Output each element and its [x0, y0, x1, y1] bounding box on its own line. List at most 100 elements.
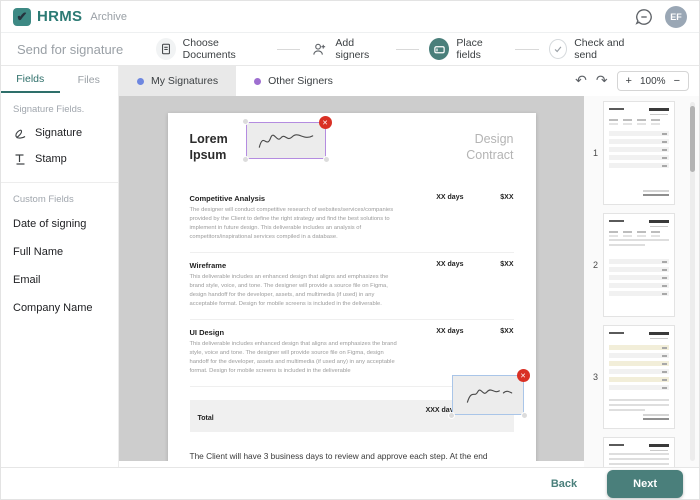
tab-files[interactable]: Files — [60, 66, 119, 93]
document-title: Lorem Ipsum — [190, 131, 242, 164]
brand-subtitle: Archive — [90, 11, 127, 23]
thumb-table — [609, 259, 669, 299]
section-body: The designer will conduct competitive re… — [190, 206, 398, 243]
step-label: Check and send — [574, 37, 643, 61]
section-title: UI Design — [190, 328, 514, 337]
field-item-email[interactable]: Email — [1, 266, 118, 294]
thumb-header — [609, 444, 669, 447]
document-sections: Competitive Analysis The designer will c… — [190, 186, 514, 387]
next-button[interactable]: Next — [607, 470, 683, 498]
field-item-full-name[interactable]: Full Name — [1, 238, 118, 266]
redo-icon[interactable]: ↷ — [596, 74, 608, 88]
toolbar-controls: ↶ ↷ + 100% − — [575, 66, 699, 96]
field-item-label: Stamp — [35, 153, 67, 165]
thumb-signature — [643, 190, 669, 198]
thumbnails-scrollbar-thumb[interactable] — [690, 106, 695, 172]
chat-icon[interactable] — [635, 8, 653, 26]
thumb-header — [609, 220, 669, 223]
field-item-company-name[interactable]: Company Name — [1, 294, 118, 322]
brand-name: HRMS — [37, 8, 82, 25]
section-title: Competitive Analysis — [190, 194, 514, 203]
field-item-stamp[interactable]: Stamp — [1, 146, 118, 172]
thumb-table — [609, 131, 669, 171]
field-item-date-of-signing[interactable]: Date of signing — [1, 210, 118, 238]
stamp-icon — [13, 152, 27, 166]
signature-stroke — [247, 123, 325, 158]
signature-field-my-signature[interactable]: ✕ — [246, 122, 326, 159]
zoom-control: + 100% − — [617, 71, 689, 91]
resize-handle[interactable] — [521, 412, 528, 419]
thumb-paragraph — [609, 399, 669, 414]
page-thumbnail-preview[interactable] — [603, 325, 675, 429]
step-connector — [515, 49, 539, 50]
zoom-in-button[interactable]: + — [626, 75, 632, 87]
avatar[interactable]: EF — [665, 6, 687, 28]
stepper: Choose Documents Add signers — [156, 37, 683, 61]
section-wireframe: Wireframe This deliverable includes an e… — [190, 253, 514, 320]
tab-my-signatures[interactable]: My Signatures — [119, 66, 236, 96]
step-place-fields[interactable]: Place fields — [429, 37, 505, 61]
fields-sidebar: Fields Files Signature Fields. Signature… — [1, 66, 119, 467]
resize-handle[interactable] — [242, 118, 249, 125]
person-add-icon — [310, 39, 328, 59]
page-thumbnail-2: 2 — [588, 213, 699, 317]
review-paragraph: The Client will have 3 business days to … — [190, 450, 492, 461]
signature-field-other-signer[interactable]: ✕ — [452, 375, 524, 415]
step-connector — [277, 49, 301, 50]
step-check-and-send[interactable]: Check and send — [549, 37, 643, 61]
step-choose-documents[interactable]: Choose Documents — [156, 37, 267, 61]
signature-fields-title: Signature Fields. — [13, 104, 106, 115]
step-bar: Send for signature Choose Documents — [1, 33, 699, 66]
thumb-paragraph — [609, 239, 669, 249]
sidebar-divider — [1, 182, 118, 183]
sidebar-tabs: Fields Files — [1, 66, 118, 93]
zoom-level: 100% — [640, 76, 666, 87]
back-button[interactable]: Back — [551, 478, 577, 490]
step-label: Place fields — [456, 37, 505, 61]
signature-stroke — [453, 376, 523, 414]
section-days: XX days — [436, 261, 463, 268]
section-price: $XX — [500, 261, 513, 268]
section-title: Wireframe — [190, 261, 514, 270]
footer-bar: Back Next — [1, 467, 699, 499]
delete-signature-icon[interactable]: ✕ — [319, 116, 332, 129]
section-days: XX days — [436, 194, 463, 201]
main-area: Fields Files Signature Fields. Signature… — [1, 66, 699, 467]
tab-fields[interactable]: Fields — [1, 66, 60, 93]
tab-label: My Signatures — [151, 75, 218, 87]
section-price: $XX — [500, 328, 513, 335]
page-thumbnail-preview[interactable] — [603, 437, 675, 467]
page-thumbnail-preview[interactable] — [603, 101, 675, 205]
thumb-pricing-table — [609, 345, 669, 393]
resize-handle[interactable] — [242, 156, 249, 163]
document-page: Lorem Ipsum Design Contract ✕ — [168, 113, 536, 461]
tab-other-signers[interactable]: Other Signers — [236, 66, 351, 96]
document-icon — [156, 38, 176, 60]
step-connector — [396, 49, 420, 50]
my-signatures-dot-icon — [137, 78, 144, 85]
page-thumbnail-1: 1 — [588, 101, 699, 205]
resize-handle[interactable] — [323, 156, 330, 163]
page-thumbnail-3: 3 — [588, 325, 699, 429]
app-window: ✔ HRMS Archive EF Send for signature — [0, 0, 700, 500]
page-title: Send for signature — [17, 42, 156, 57]
section-days: XX days — [436, 328, 463, 335]
signature-pen-icon — [13, 126, 27, 140]
step-label: Choose Documents — [183, 37, 267, 61]
resize-handle[interactable] — [448, 412, 455, 419]
brand[interactable]: ✔ HRMS Archive — [13, 8, 127, 26]
undo-icon[interactable]: ↶ — [575, 74, 587, 88]
field-item-signature[interactable]: Signature — [1, 120, 118, 146]
zoom-out-button[interactable]: − — [674, 75, 680, 87]
other-signers-dot-icon — [254, 78, 261, 85]
thumb-paragraph — [609, 453, 669, 467]
step-add-signers[interactable]: Add signers — [310, 37, 385, 61]
editor-toolbar: My Signatures Other Signers ↶ ↷ + 100% − — [119, 66, 699, 96]
step-label: Add signers — [335, 37, 385, 61]
delete-signature-icon[interactable]: ✕ — [517, 369, 530, 382]
page-thumbnail-preview[interactable] — [603, 213, 675, 317]
document-subtitle: Design Contract — [452, 131, 514, 164]
section-competitive-analysis: Competitive Analysis The designer will c… — [190, 186, 514, 253]
thumb-signature — [643, 414, 669, 422]
field-item-label: Signature — [35, 127, 82, 139]
